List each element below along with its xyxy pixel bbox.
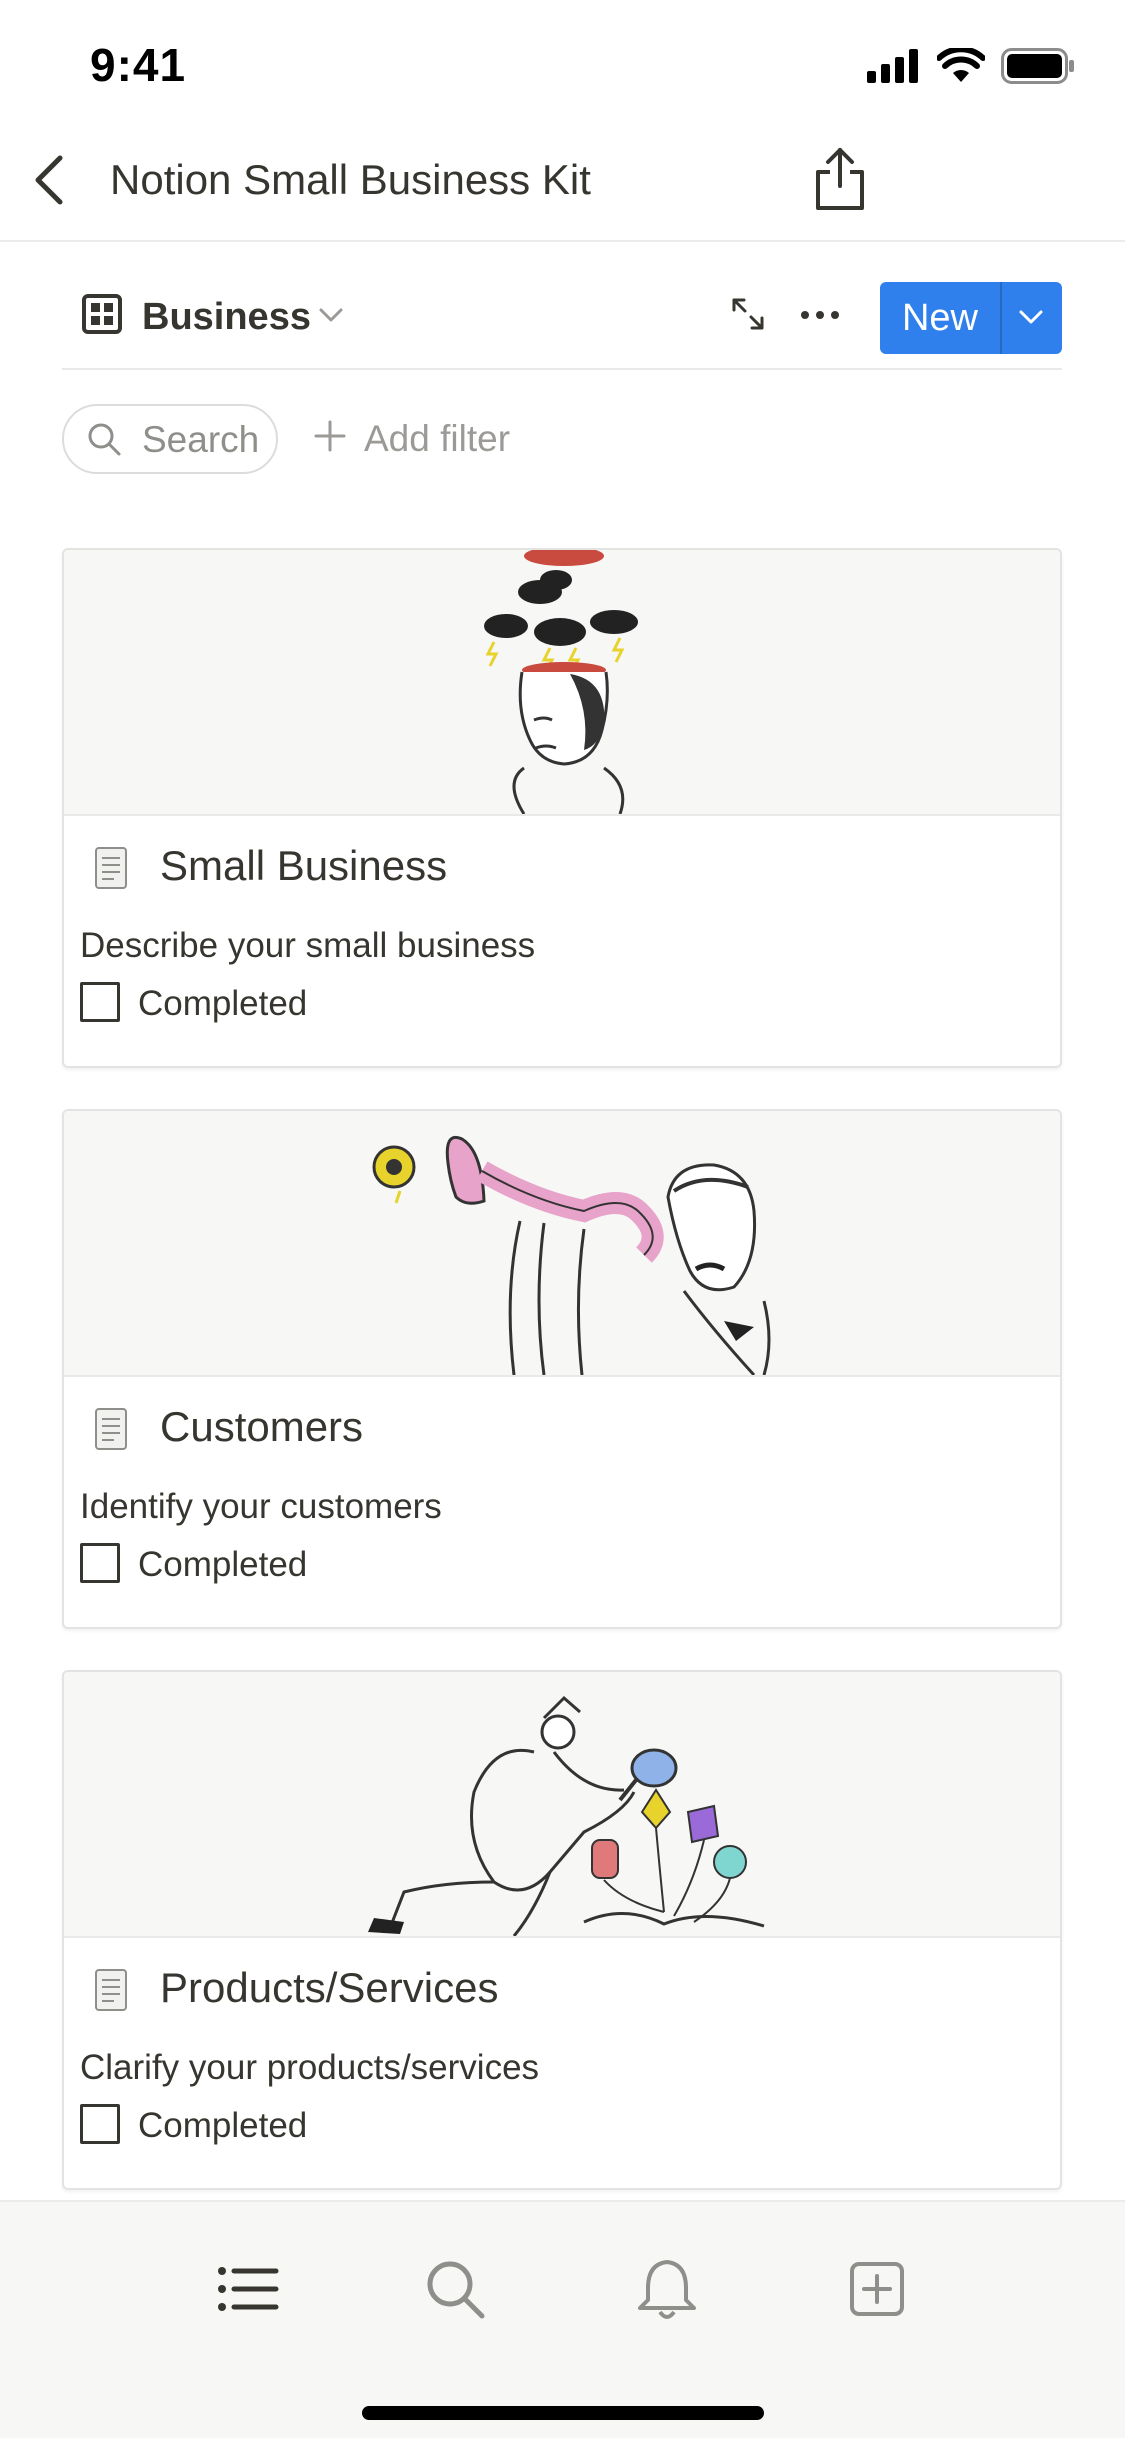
search-button[interactable]: Search [62,404,278,474]
plus-icon [314,420,346,452]
page-document-icon [95,847,127,889]
gallery-card[interactable]: Customers Identify your customers Comple… [62,1109,1062,1629]
expand-icon[interactable] [730,296,766,332]
status-time: 9:41 [90,39,187,91]
back-chevron-icon[interactable] [28,152,74,208]
new-dropdown-chevron-icon[interactable] [1018,308,1044,326]
share-icon[interactable] [812,146,868,212]
gallery-view-icon[interactable] [82,294,122,334]
card-description: Clarify your products/services [80,2048,540,2087]
page-document-icon [95,1969,127,2011]
card-description: Describe your small business [80,926,536,965]
new-page-icon[interactable] [842,2254,912,2324]
completed-checkbox[interactable] [80,2104,120,2144]
card-title: Small Business [160,842,448,889]
new-button-label[interactable]: New [880,282,1000,354]
view-toolbar: Business New [62,262,1062,370]
card-title: Products/Services [160,1964,499,2011]
add-filter-label: Add filter [364,418,511,459]
search-label: Search [142,419,260,460]
card-title: Customers [160,1403,364,1450]
wifi-icon [937,48,985,82]
status-icons [867,48,1075,84]
page-title: Notion Small Business Kit [110,156,591,203]
checkbox-label: Completed [138,2106,308,2145]
card-description: Identify your customers [80,1487,442,1526]
battery-icon [1001,48,1074,84]
nav-header: Notion Small Business Kit [0,120,1125,242]
card-cover-image [64,1111,1060,1377]
new-button[interactable]: New [880,282,1062,354]
card-cover-image [64,1672,1060,1938]
more-options-icon[interactable] [800,310,840,320]
view-selector[interactable]: Business [142,296,311,339]
completed-checkbox[interactable] [80,1543,120,1583]
cover-illustration-thinker [484,550,638,814]
chevron-down-icon[interactable] [318,306,344,324]
new-button-divider [1000,282,1002,354]
search-icon [88,423,121,456]
page-document-icon [95,1408,127,1450]
checkbox-label: Completed [138,1545,308,1584]
card-cover-image [64,550,1060,816]
list-icon[interactable] [212,2254,282,2324]
home-indicator [362,2406,764,2420]
search-icon[interactable] [420,2254,490,2324]
bell-icon[interactable] [632,2254,702,2324]
bottom-tab-bar [0,2200,1125,2438]
gallery-card[interactable]: Products/Services Clarify your products/… [62,1670,1062,2190]
cover-illustration-explorer [368,1695,765,1936]
gallery-card[interactable]: Small Business Describe your small busin… [62,548,1062,1068]
signal-icon [867,49,918,83]
checkbox-label: Completed [138,984,308,1023]
completed-checkbox[interactable] [80,982,120,1022]
cover-illustration-listener [372,1136,771,1375]
